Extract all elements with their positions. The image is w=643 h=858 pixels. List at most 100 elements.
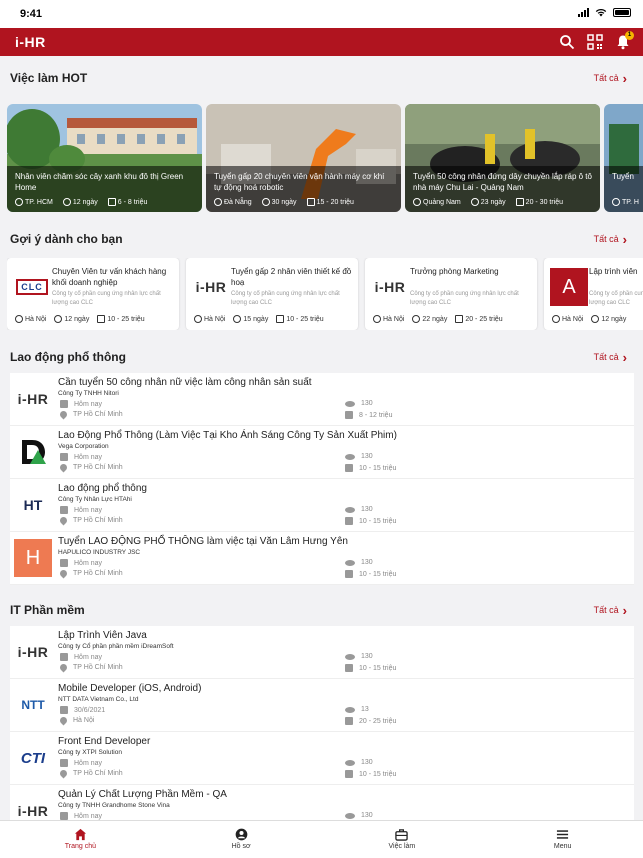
hot-job-title: Nhân viên chăm sóc cây xanh khu đô thị G… <box>15 172 184 192</box>
job-location: Hà Nội <box>204 315 226 323</box>
job-salary: 10 - 15 triệu <box>359 570 397 578</box>
app-logo[interactable]: i-HR <box>15 34 46 50</box>
suggest-job-card[interactable]: A Lập trình viên Công ty cổ phần cung ứn… <box>544 258 643 330</box>
hot-job-salary: 6 - 8 triệu <box>117 198 148 206</box>
calendar-icon <box>60 653 68 661</box>
location-icon <box>58 662 69 673</box>
company-name: Công ty cổ phần cung ứng nhân lực chất l… <box>52 291 161 306</box>
money-icon <box>276 315 285 323</box>
job-location: TP Hồ Chí Minh <box>73 411 123 418</box>
job-views: 130 <box>361 653 373 660</box>
see-all-hot-link[interactable]: Tất cả <box>594 73 627 83</box>
job-date: Hôm nay <box>74 453 103 461</box>
signal-icon <box>578 8 589 17</box>
company-name: Công Ty TNHH Nitori <box>58 390 119 397</box>
hot-job-location: Quảng Nam <box>423 198 461 206</box>
company-logo: A <box>550 268 588 306</box>
company-logo-mark <box>22 440 46 464</box>
job-list-item[interactable]: CTI Front End Developer Công ty XTPI Sol… <box>10 732 634 785</box>
company-logo-text: NTT <box>21 697 45 712</box>
job-list-item[interactable]: NTT Mobile Developer (iOS, Android) NTT … <box>10 679 634 732</box>
notification-badge: 1 <box>625 31 634 40</box>
tab-home[interactable]: Trang chủ <box>0 821 161 858</box>
company-logo: H <box>14 539 52 577</box>
job-list-item[interactable]: DA Lao Động Phổ Thông (Làm Việc Tại Kho … <box>10 426 634 479</box>
suggest-job-card[interactable]: i-HR Trưởng phòng Marketing Công ty cổ p… <box>365 258 537 330</box>
job-location: Hà Nội <box>73 717 95 724</box>
hot-job-salary: 20 - 30 triệu <box>525 198 564 206</box>
status-icons <box>578 8 631 17</box>
calendar-icon <box>60 559 68 567</box>
job-list-item[interactable]: i-HR Lập Trình Viên Java Công ty Cổ phần… <box>10 626 634 679</box>
job-date: 30/6/2021 <box>74 706 106 714</box>
suggest-carousel[interactable]: CLC Chuyên Viên tư vấn khách hàng khối d… <box>7 258 643 330</box>
tab-profile[interactable]: Hồ sơ <box>161 821 322 858</box>
job-duration: 22 ngày <box>422 315 448 323</box>
clock-icon <box>591 315 600 323</box>
job-title: Chuyên Viên tư vấn khách hàng khối doanh… <box>52 267 167 287</box>
job-date: Hôm nay <box>74 653 103 661</box>
job-date: Hôm nay <box>74 506 103 514</box>
suggest-job-card[interactable]: i-HR Tuyển gấp 2 nhân viên thiết kế đồ h… <box>186 258 358 330</box>
job-list-item[interactable]: HT Lao động phổ thông Công Ty Nhân Lực H… <box>10 479 634 532</box>
clock-icon <box>261 198 270 206</box>
company-logo-text: HT <box>23 497 43 513</box>
job-duration: 12 ngày <box>64 315 90 323</box>
hot-job-duration: 12 ngày <box>72 198 98 206</box>
see-all-it-link[interactable]: Tất cả <box>594 605 627 615</box>
money-icon <box>345 517 353 525</box>
suggest-job-card[interactable]: CLC Chuyên Viên tư vấn khách hàng khối d… <box>7 258 179 330</box>
notification-bell[interactable]: 1 <box>615 31 634 50</box>
location-icon <box>15 315 23 323</box>
see-all-labor-link[interactable]: Tất cả <box>594 352 627 362</box>
hot-job-card[interactable]: Tuyển 50 công nhân đứng dây chuyền lắp r… <box>405 104 600 212</box>
job-location: TP Hồ Chí Minh <box>73 570 123 577</box>
job-title: Tuyển LAO ĐỘNG PHỔ THÔNG làm việc tại Vă… <box>58 536 348 547</box>
eye-icon <box>345 759 355 766</box>
tab-label: Menu <box>553 843 572 850</box>
job-views: 130 <box>361 559 373 566</box>
hot-job-card[interactable]: Tuyển gấp 20 chuyên viên vận hành máy cơ… <box>206 104 401 212</box>
job-location: Hà Nội <box>25 315 47 323</box>
eye-icon <box>345 453 355 460</box>
job-salary: 10 - 15 triệu <box>359 517 397 525</box>
tab-menu[interactable]: Menu <box>482 821 643 858</box>
company-logo: HT <box>14 486 52 524</box>
company-logo-text: i-HR <box>17 391 49 407</box>
company-name: NTT DATA Vietnam Co., Ltd <box>58 696 139 703</box>
clock-icon <box>62 198 71 206</box>
hot-jobs-carousel[interactable]: Nhân viên chăm sóc cây xanh khu đô thị G… <box>7 104 643 212</box>
eye-icon <box>345 812 355 819</box>
hot-job-card[interactable]: Tuyển TP. H <box>604 104 643 212</box>
job-location: TP Hồ Chí Minh <box>73 464 123 471</box>
job-salary: 10 - 25 triệu <box>107 315 145 323</box>
job-list-item[interactable]: H Tuyển LAO ĐỘNG PHỔ THÔNG làm việc tại … <box>10 532 634 585</box>
hot-job-title: Tuyển 50 công nhân đứng dây chuyền lắp r… <box>413 172 592 192</box>
qr-code-icon[interactable] <box>587 34 603 50</box>
calendar-icon <box>60 506 68 514</box>
job-salary: 20 - 25 triệu <box>359 717 397 725</box>
job-title: Front End Developer <box>58 736 151 747</box>
location-icon <box>58 715 69 726</box>
home-icon <box>74 828 86 841</box>
job-title: Lập trình viên <box>589 267 638 276</box>
location-icon <box>373 315 381 323</box>
job-list-item[interactable]: i-HR Cần tuyển 50 công nhân nữ việc làm … <box>10 373 634 426</box>
tab-jobs[interactable]: Việc làm <box>322 821 483 858</box>
search-icon[interactable] <box>559 34 575 50</box>
job-location: TP Hồ Chí Minh <box>73 664 123 671</box>
company-logo-text: i-HR <box>195 279 227 295</box>
see-all-suggest-link[interactable]: Tất cả <box>594 234 627 244</box>
company-logo-text: i-HR <box>17 644 49 660</box>
job-salary: 10 - 15 triệu <box>359 464 397 472</box>
location-icon <box>58 409 69 420</box>
hot-job-title: Tuyển gấp 20 chuyên viên vận hành máy cơ… <box>214 172 385 192</box>
clock-icon <box>233 315 242 323</box>
company-logo-text: i-HR <box>17 803 49 819</box>
menu-icon <box>557 830 569 839</box>
company-logo: NTT <box>14 686 52 724</box>
job-title: Lập Trình Viên Java <box>58 630 147 641</box>
it-job-list: i-HR Lập Trình Viên Java Công ty Cổ phần… <box>10 626 634 838</box>
job-title: Lao động phổ thông <box>58 483 147 494</box>
hot-job-card[interactable]: Nhân viên chăm sóc cây xanh khu đô thị G… <box>7 104 202 212</box>
